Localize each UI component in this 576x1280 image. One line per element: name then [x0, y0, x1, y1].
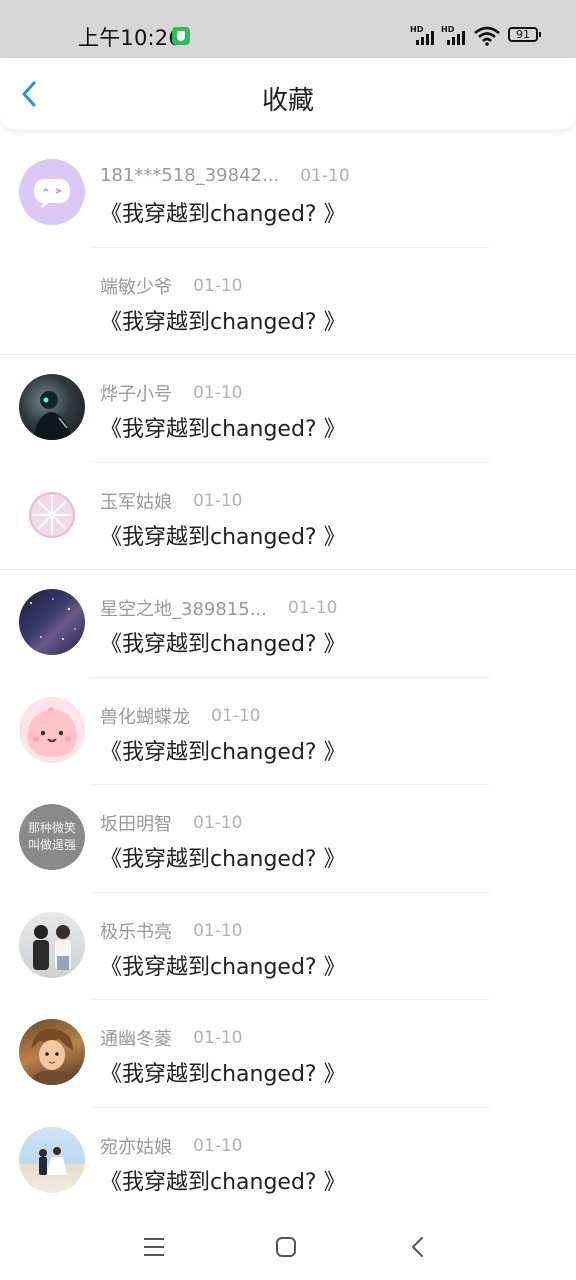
item-message: 《我穿越到changed? 》	[100, 632, 346, 657]
page-title: 收藏	[261, 86, 314, 116]
item-message: 《我穿越到changed? 》	[100, 954, 346, 980]
list-item[interactable]: 端敏少爷 01-10 《我穿越到changed? 》	[0, 248, 576, 355]
item-message: 《我穿越到changed? 》	[100, 1169, 346, 1195]
user-name: 极乐书亮	[100, 921, 172, 943]
back-icon[interactable]	[401, 1230, 435, 1264]
user-name: 兽化蝴蝶龙	[100, 706, 190, 728]
status-bar: 上午10:26 HD HD 91	[0, 0, 576, 58]
header: 收藏	[0, 58, 576, 131]
list-item[interactable]: 181***518_39842... 01-10 《我穿越到changed? 》	[0, 140, 576, 248]
user-name: 玉军姑娘	[100, 491, 172, 513]
signal-icon-2: HD	[441, 25, 469, 47]
text-avatar-line1: 那种微笑	[27, 821, 76, 835]
item-date: 01-10	[193, 1135, 243, 1156]
item-date: 01-10	[287, 598, 338, 618]
couple-photo-avatar[interactable]	[19, 911, 85, 978]
wifi-icon	[474, 26, 500, 46]
list-item[interactable]: 极乐书亮 01-10 《我穿越到changed? 》	[0, 893, 576, 1000]
chat-bubble-avatar[interactable]	[19, 159, 85, 225]
item-date: 01-10	[193, 1028, 243, 1048]
item-date: 01-10	[193, 275, 243, 296]
citrus-slice-avatar[interactable]	[19, 481, 85, 548]
item-message: 《我穿越到changed? 》	[100, 202, 346, 227]
text-avatar[interactable]: 那种微笑 叫做逞强	[19, 804, 85, 870]
user-name: 星空之地_389815...	[100, 599, 267, 620]
list-item[interactable]: 兽化蝴蝶龙 01-10 《我穿越到changed? 》	[0, 678, 576, 785]
user-name: 181***518_39842...	[100, 165, 280, 186]
system-nav-bar	[0, 1210, 576, 1280]
battery-indicator: 91	[508, 27, 541, 42]
list-item[interactable]: 通幽冬菱 01-10 《我穿越到changed? 》	[0, 1000, 576, 1108]
user-name: 烨子小号	[100, 384, 172, 405]
item-message: 《我穿越到changed? 》	[100, 739, 346, 765]
dark-figure-avatar[interactable]	[19, 374, 85, 440]
pink-creature-avatar[interactable]	[19, 696, 85, 763]
signal-icon: HD	[410, 25, 438, 47]
anime-boy-avatar[interactable]	[19, 1019, 85, 1085]
text-avatar-line2: 叫做逞强	[27, 838, 76, 852]
status-time: 上午10:26	[78, 26, 182, 50]
list-item[interactable]: 玉军姑娘 01-10 《我穿越到changed? 》	[0, 463, 576, 570]
shield-app-icon	[172, 27, 190, 45]
list-item[interactable]: 宛亦姑娘 01-10 《我穿越到changed? 》	[0, 1108, 576, 1216]
starry-sky-avatar[interactable]	[19, 589, 85, 655]
list-item[interactable]: 星空之地_389815... 01-10 《我穿越到changed? 》	[0, 570, 576, 678]
item-date: 01-10	[193, 813, 243, 833]
item-message: 《我穿越到changed? 》	[100, 1062, 346, 1087]
item-message: 《我穿越到changed? 》	[100, 524, 346, 550]
list-item[interactable]: 烨子小号 01-10 《我穿越到changed? 》	[0, 355, 576, 463]
item-date: 01-10	[211, 705, 261, 726]
beach-photo-avatar[interactable]	[19, 1126, 85, 1193]
list-item[interactable]: 那种微笑 叫做逞强 坂田明智 01-10 《我穿越到changed? 》	[0, 785, 576, 893]
item-date: 01-10	[193, 490, 243, 511]
item-date: 01-10	[300, 165, 350, 186]
item-message: 《我穿越到changed? 》	[100, 847, 346, 872]
user-name: 端敏少爷	[100, 276, 172, 298]
user-name: 宛亦姑娘	[100, 1136, 172, 1158]
favorites-list: 181***518_39842... 01-10 《我穿越到changed? 》…	[0, 140, 576, 1215]
item-message: 《我穿越到changed? 》	[100, 309, 346, 335]
home-icon[interactable]	[269, 1230, 303, 1264]
item-date: 01-10	[193, 920, 243, 941]
item-date: 01-10	[193, 383, 243, 403]
user-name: 通幽冬菱	[100, 1029, 172, 1050]
item-message: 《我穿越到changed? 》	[100, 417, 346, 442]
menu-icon[interactable]	[137, 1230, 171, 1264]
user-name: 坂田明智	[100, 814, 172, 835]
